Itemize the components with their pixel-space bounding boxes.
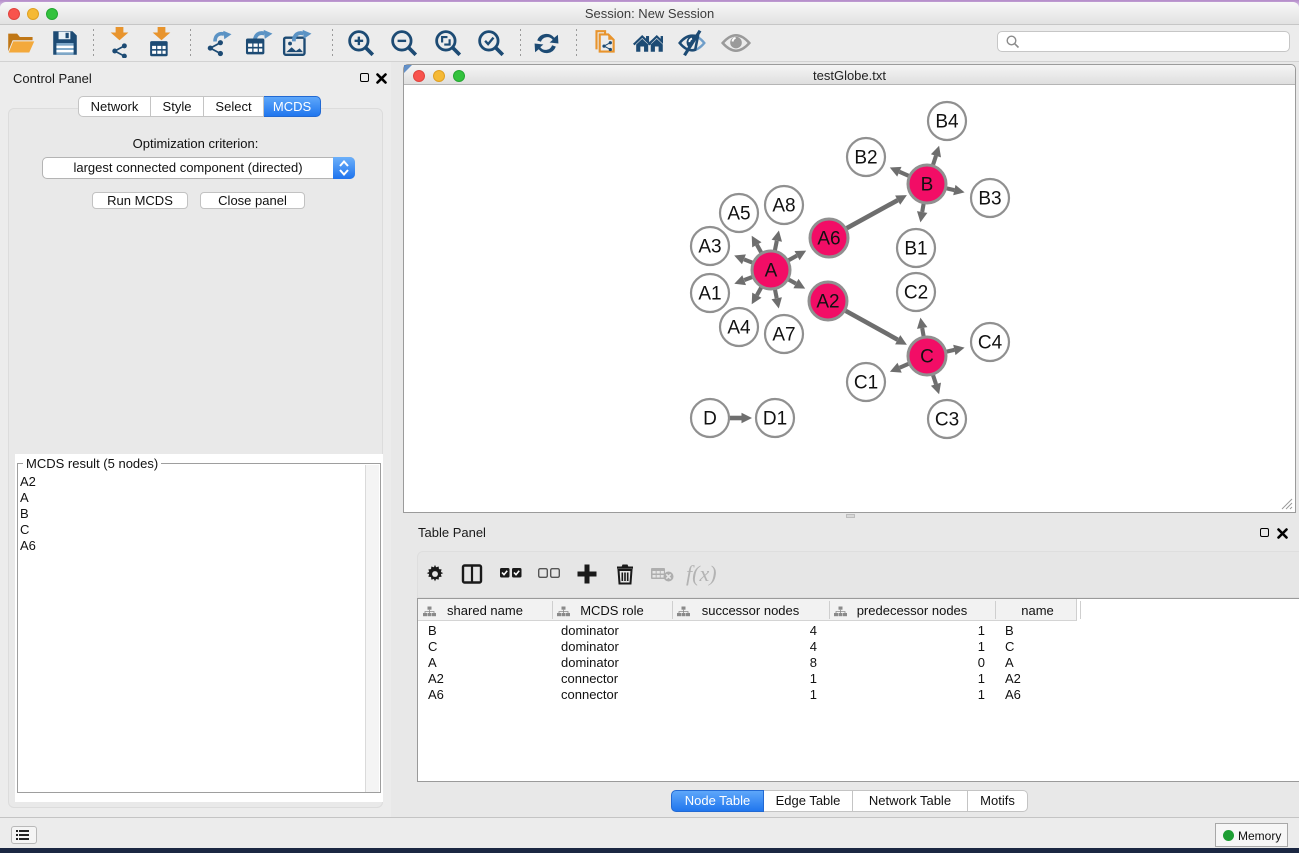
svg-text:A: A [765,261,778,282]
svg-text:A1: A1 [698,284,721,305]
svg-text:B4: B4 [935,112,959,133]
svg-text:B3: B3 [978,189,1001,210]
svg-text:C4: C4 [978,333,1003,354]
svg-text:C: C [920,347,934,368]
svg-text:D1: D1 [763,409,787,430]
svg-text:B: B [921,175,934,196]
svg-text:A5: A5 [727,204,750,225]
svg-text:C2: C2 [904,283,928,304]
svg-text:A3: A3 [698,237,721,258]
svg-text:A8: A8 [772,196,795,217]
svg-text:A2: A2 [816,292,839,313]
svg-text:A4: A4 [727,318,751,339]
svg-text:B2: B2 [854,148,877,169]
svg-text:A6: A6 [817,229,840,250]
svg-text:B1: B1 [904,239,927,260]
svg-text:A7: A7 [772,325,795,346]
svg-text:D: D [703,409,717,430]
svg-text:C3: C3 [935,410,959,431]
svg-text:C1: C1 [854,373,878,394]
